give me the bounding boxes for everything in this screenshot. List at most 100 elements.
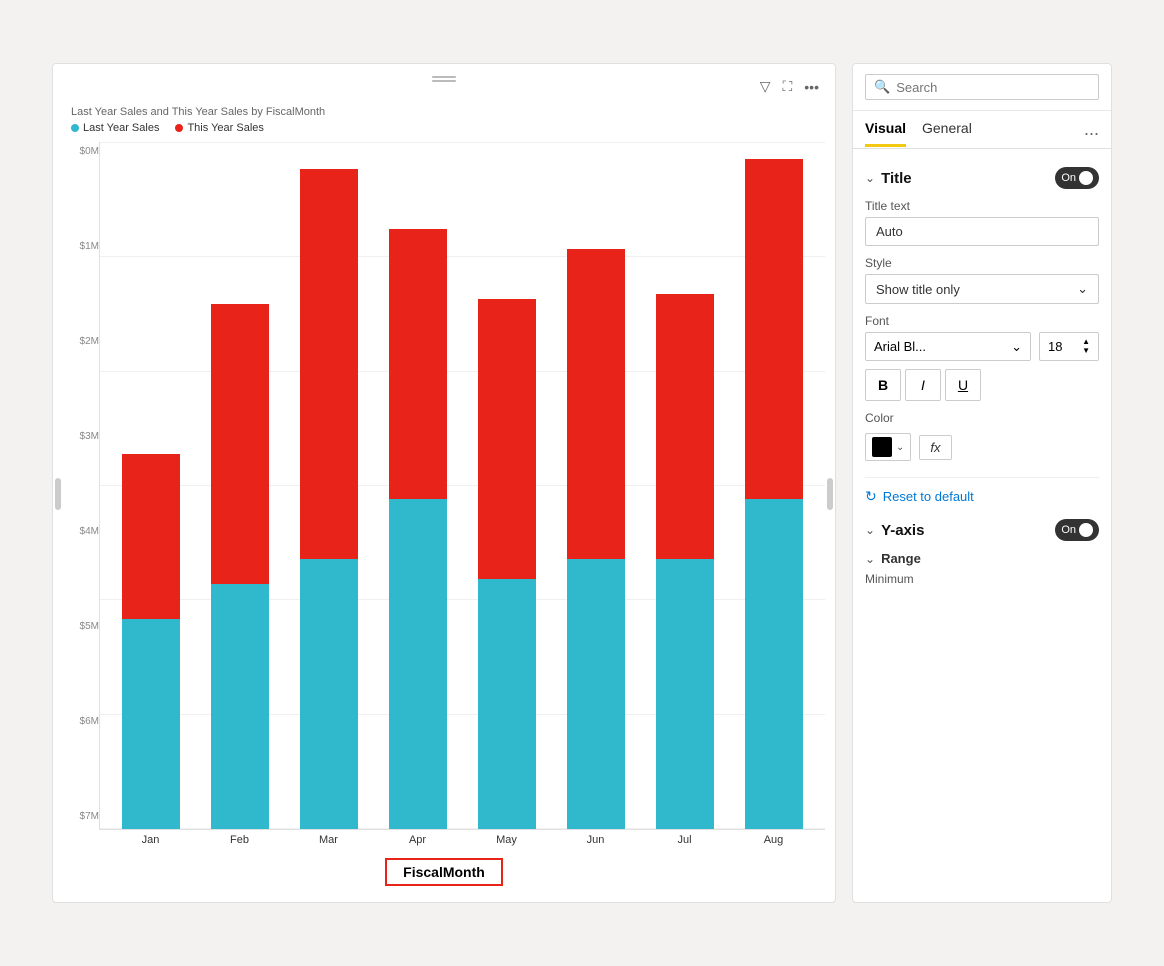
bar-red-jul: [656, 294, 714, 559]
resize-handle-left[interactable]: [55, 478, 61, 510]
bold-button[interactable]: B: [865, 369, 901, 401]
title-toggle-circle: [1079, 171, 1093, 185]
y-label-5m: $5M: [63, 621, 99, 632]
chart-legend: Last Year Sales This Year Sales: [71, 122, 825, 134]
title-chevron-icon[interactable]: ⌄: [865, 171, 875, 185]
bar-group-jun: [554, 249, 637, 829]
y-axis-section-header: ⌄ Y-axis On: [865, 519, 1099, 541]
legend-last-year-label: Last Year Sales: [83, 122, 159, 134]
y-label-3m: $3M: [63, 431, 99, 442]
y-label-2m: $2M: [63, 336, 99, 347]
font-family-select[interactable]: Arial Bl... ⌄: [865, 332, 1031, 361]
bar-group-mar: [288, 169, 371, 829]
bar-stack-jan: [122, 454, 180, 829]
x-labels: Jan Feb Mar Apr May Jun Jul Aug: [99, 830, 825, 846]
search-bar-inner[interactable]: 🔍: [865, 74, 1099, 100]
x-label-mar: Mar: [287, 830, 370, 846]
bar-cyan-jul: [656, 559, 714, 829]
y-axis-toggle[interactable]: On: [1055, 519, 1099, 541]
tab-general[interactable]: General: [922, 120, 972, 147]
y-label-0m: $0M: [63, 146, 99, 157]
y-axis-title-row: ⌄ Y-axis: [865, 522, 924, 539]
title-text-label: Title text: [865, 199, 1099, 213]
bars-area: Jan Feb Mar Apr May Jun Jul Aug: [99, 142, 825, 846]
x-axis-title: FiscalMonth: [385, 858, 503, 886]
reset-label: Reset to default: [883, 489, 974, 504]
title-section-title-row: ⌄ Title: [865, 170, 912, 187]
y-label-7m: $7M: [63, 811, 99, 822]
title-text-input[interactable]: [865, 217, 1099, 246]
color-swatch: [872, 437, 892, 457]
bar-cyan-may: [478, 579, 536, 829]
bar-group-feb: [199, 304, 282, 829]
y-axis-toggle-circle: [1079, 523, 1093, 537]
x-label-apr: Apr: [376, 830, 459, 846]
title-toggle[interactable]: On: [1055, 167, 1099, 189]
bar-group-apr: [377, 229, 460, 829]
color-chevron-icon: ⌄: [896, 442, 904, 453]
search-input[interactable]: [896, 80, 1090, 95]
legend-dot-red: [175, 124, 183, 132]
bar-red-may: [478, 299, 536, 579]
font-label: Font: [865, 314, 1099, 328]
title-section-header: ⌄ Title On: [865, 167, 1099, 189]
filter-icon[interactable]: ▽: [758, 76, 773, 97]
bar-cyan-apr: [389, 499, 447, 829]
tab-more[interactable]: ...: [1084, 119, 1099, 148]
bar-red-apr: [389, 229, 447, 499]
bar-cyan-jan: [122, 619, 180, 829]
x-label-aug: Aug: [732, 830, 815, 846]
range-header: ⌄ Range: [865, 551, 1099, 566]
bar-group-jul: [643, 294, 726, 829]
style-dropdown[interactable]: Show title only ⌄: [865, 274, 1099, 304]
font-family-chevron: ⌄: [1011, 339, 1022, 355]
style-dropdown-value: Show title only: [876, 282, 960, 297]
bar-group-may: [466, 299, 549, 829]
x-label-jul: Jul: [643, 830, 726, 846]
color-swatch-picker[interactable]: ⌄: [865, 433, 911, 461]
style-dropdown-chevron: ⌄: [1077, 281, 1088, 297]
bar-stack-apr: [389, 229, 447, 829]
more-options-icon[interactable]: •••: [802, 77, 821, 97]
bar-stack-mar: [300, 169, 358, 829]
color-label: Color: [865, 411, 1099, 425]
color-row: ⌄ fx: [865, 433, 1099, 461]
reset-row[interactable]: ↻ Reset to default: [865, 477, 1099, 505]
chart-panel: ▽ ⛶ ••• Last Year Sales and This Year Sa…: [52, 63, 836, 903]
y-axis-section-title: Y-axis: [881, 522, 924, 539]
x-label-may: May: [465, 830, 548, 846]
resize-handle-right[interactable]: [827, 478, 833, 510]
tab-bar: Visual General ...: [853, 111, 1111, 149]
font-family-value: Arial Bl...: [874, 339, 926, 354]
bar-stack-may: [478, 299, 536, 829]
y-axis-toggle-label: On: [1061, 524, 1076, 536]
bar-cyan-aug: [745, 499, 803, 829]
search-icon: 🔍: [874, 79, 890, 95]
tab-visual[interactable]: Visual: [865, 120, 906, 147]
bar-stack-feb: [211, 304, 269, 829]
y-label-1m: $1M: [63, 241, 99, 252]
y-axis-chevron-icon[interactable]: ⌄: [865, 523, 875, 537]
font-size-input[interactable]: 18 ▲ ▼: [1039, 332, 1099, 361]
bar-cyan-jun: [567, 559, 625, 829]
italic-button[interactable]: I: [905, 369, 941, 401]
panel-content: ⌄ Title On Title text Style Show title o…: [853, 149, 1111, 902]
bar-red-aug: [745, 159, 803, 499]
legend-last-year: Last Year Sales: [71, 122, 159, 134]
title-toggle-label: On: [1061, 172, 1076, 184]
x-label-jan: Jan: [109, 830, 192, 846]
fx-button[interactable]: fx: [919, 435, 951, 460]
style-label: Style: [865, 256, 1099, 270]
legend-dot-cyan: [71, 124, 79, 132]
bar-red-feb: [211, 304, 269, 584]
bar-stack-aug: [745, 159, 803, 829]
expand-icon[interactable]: ⛶: [780, 76, 794, 97]
legend-this-year-label: This Year Sales: [187, 122, 263, 134]
y-label-4m: $4M: [63, 526, 99, 537]
minimum-label: Minimum: [865, 572, 1099, 586]
range-chevron-icon[interactable]: ⌄: [865, 552, 875, 566]
drag-handle[interactable]: [432, 76, 456, 82]
chart-title: Last Year Sales and This Year Sales by F…: [71, 106, 825, 118]
underline-button[interactable]: U: [945, 369, 981, 401]
y-label-6m: $6M: [63, 716, 99, 727]
